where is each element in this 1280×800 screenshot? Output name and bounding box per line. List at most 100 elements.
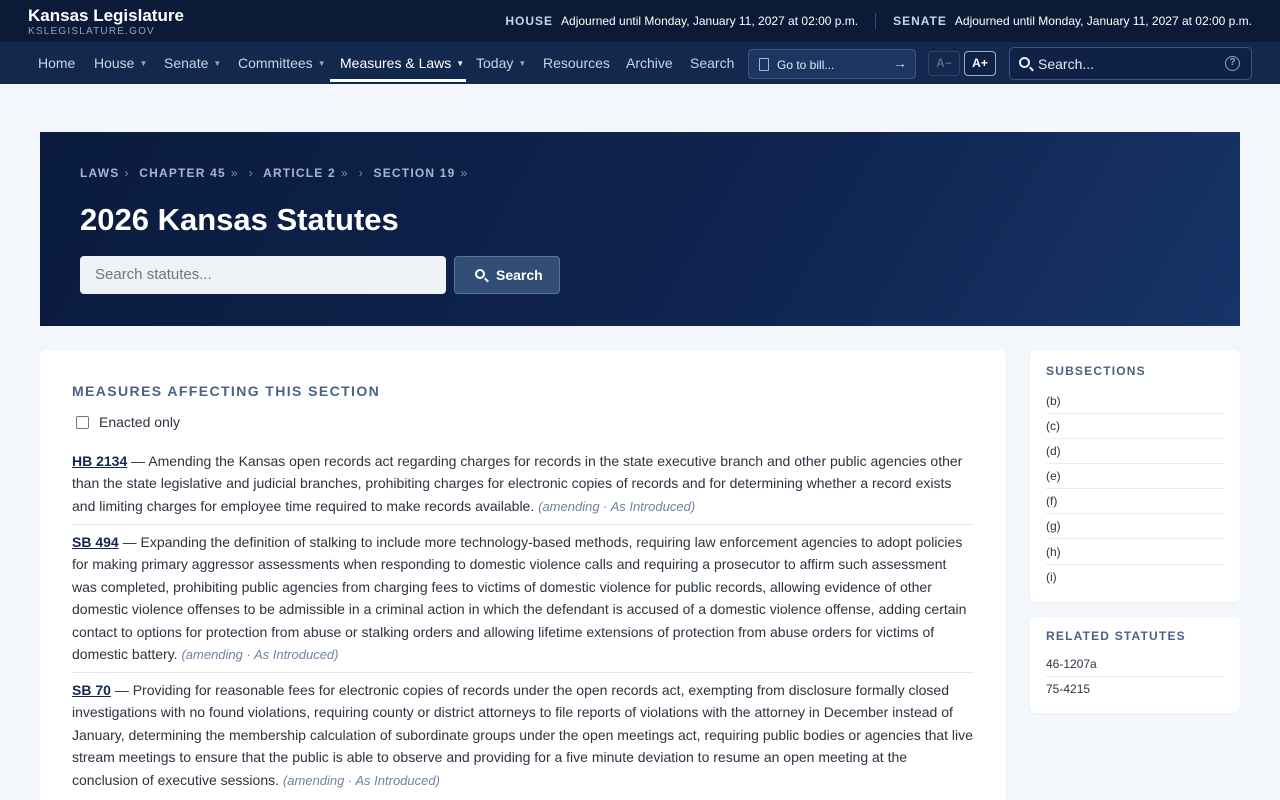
help-icon[interactable]: ?	[1225, 56, 1240, 71]
breadcrumb-separator: »	[230, 166, 239, 180]
caret-down-icon: ▼	[213, 59, 222, 68]
measures-card: MEASURES AFFECTING THIS SECTION Enacted …	[40, 350, 1006, 800]
nav-item-house[interactable]: House ▼	[94, 42, 147, 84]
site-brand[interactable]: Kansas Legislature KSLEGISLATURE.GOV	[28, 6, 184, 38]
document-icon	[759, 58, 769, 71]
caret-down-icon: ▼	[518, 59, 527, 68]
font-increase-button[interactable]: A+	[964, 51, 996, 76]
subsection-link[interactable]: (c)	[1046, 419, 1224, 433]
measure-description: Expanding the definition of stalking to …	[72, 534, 967, 663]
breadcrumb-separator: ›	[358, 166, 364, 180]
bill-link[interactable]: SB 70	[72, 682, 111, 698]
nav-label: Measures & Laws	[340, 55, 452, 71]
measure-description: Providing for reasonable fees for electr…	[72, 682, 973, 788]
breadcrumb-separator: ›	[124, 166, 130, 180]
brand-subtitle: KSLEGISLATURE.GOV	[28, 26, 155, 37]
nav-label: Home	[38, 55, 76, 71]
font-decrease-button[interactable]: A−	[928, 51, 960, 76]
subsection-link[interactable]: (g)	[1046, 519, 1224, 533]
bill-link[interactable]: SB 494	[72, 534, 119, 550]
house-status: Adjourned until Monday, January 11, 2027…	[561, 14, 859, 28]
measure-status: (amending · As Introduced)	[538, 498, 696, 514]
site-search-placeholder: Search...	[1038, 56, 1095, 72]
breadcrumb-laws[interactable]: LAWS	[80, 166, 119, 180]
measure-description: Amending the Kansas open records act reg…	[72, 453, 963, 514]
nav-item-committees[interactable]: Committees ▼	[238, 42, 326, 84]
measure-status: (amending · As Introduced)	[282, 772, 440, 788]
subsections-card: SUBSECTIONS (b) (c) (d) (e) (f) (g) (h) …	[1030, 350, 1240, 602]
nav-item-search[interactable]: Search	[690, 42, 734, 84]
subsection-link[interactable]: (h)	[1046, 545, 1224, 559]
breadcrumb-separator: »	[340, 166, 349, 180]
breadcrumb-chapter[interactable]: CHAPTER 45	[139, 166, 226, 180]
site-search-input[interactable]: Search... ?	[1009, 47, 1252, 80]
nav-item-home[interactable]: Home	[38, 42, 75, 84]
subsection-link[interactable]: (e)	[1046, 469, 1224, 483]
measure-divider	[72, 672, 974, 673]
caret-down-icon: ▼	[317, 59, 326, 68]
measure-item: SB 70 — Providing for reasonable fees fo…	[72, 682, 973, 788]
nav-item-archive[interactable]: Archive	[626, 42, 673, 84]
nav-label: Resources	[543, 55, 610, 71]
breadcrumb-article[interactable]: ARTICLE 2	[263, 166, 336, 180]
subsection-divider	[1046, 513, 1224, 514]
search-button-label: Search	[496, 267, 543, 283]
nav-item-measures-laws[interactable]: Measures & Laws ▼	[340, 42, 464, 84]
subsection-divider	[1046, 413, 1224, 414]
search-icon	[475, 269, 485, 279]
arrow-right-icon[interactable]: →	[893, 55, 907, 71]
search-icon	[1019, 57, 1030, 68]
subsection-divider	[1046, 438, 1224, 439]
nav-label: Search	[690, 55, 735, 71]
measures-heading: MEASURES AFFECTING THIS SECTION	[72, 383, 381, 399]
brand-title[interactable]: Kansas Legislature	[28, 6, 184, 26]
related-statutes-heading: RELATED STATUTES	[1046, 629, 1186, 643]
subsection-divider	[1046, 463, 1224, 464]
senate-status: Adjourned until Monday, January 11, 2027…	[954, 14, 1252, 28]
nav-item-today[interactable]: Today ▼	[476, 42, 526, 84]
nav-item-senate[interactable]: Senate ▼	[164, 42, 221, 84]
nav-label: House	[94, 55, 135, 71]
top-bar: Kansas Legislature KSLEGISLATURE.GOV HOU…	[0, 0, 1280, 42]
measure-divider	[72, 524, 974, 525]
subsection-divider	[1046, 488, 1224, 489]
breadcrumb-separator: »	[460, 166, 469, 180]
related-statute-link[interactable]: 75-4215	[1046, 682, 1224, 696]
enacted-only-filter[interactable]: Enacted only	[76, 414, 180, 430]
nav-label: Archive	[626, 55, 673, 71]
caret-down-icon: ▼	[139, 59, 148, 68]
subsection-link[interactable]: (f)	[1046, 494, 1224, 508]
house-label: HOUSE	[505, 14, 554, 28]
subsection-divider	[1046, 564, 1224, 565]
related-statute-link[interactable]: 46-1207a	[1046, 657, 1224, 671]
go-to-bill-input[interactable]: Go to bill... →	[748, 49, 916, 79]
related-statutes-card: RELATED STATUTES 46-1207a 75-4215	[1030, 617, 1240, 713]
nav-label: Committees	[238, 55, 313, 71]
subsections-heading: SUBSECTIONS	[1046, 364, 1146, 378]
breadcrumb-separator: ›	[248, 166, 254, 180]
status-divider	[875, 13, 877, 29]
subsection-divider	[1046, 538, 1224, 539]
measure-item: SB 494 — Expanding the definition of sta…	[72, 534, 967, 663]
nav-item-resources[interactable]: Resources	[543, 42, 610, 84]
enacted-only-checkbox[interactable]	[76, 415, 89, 429]
page-title: 2026 Kansas Statutes	[80, 202, 399, 237]
measure-status: (amending · As Introduced)	[181, 647, 339, 663]
statute-hero: LAWS › CHAPTER 45 » › ARTICLE 2 » › SECTION 1…	[40, 132, 1240, 326]
enacted-only-label[interactable]: Enacted only	[99, 414, 180, 430]
subsection-link[interactable]: (d)	[1046, 444, 1224, 458]
nav-label: Today	[476, 55, 514, 71]
statute-search-input[interactable]	[80, 256, 446, 294]
bill-link[interactable]: HB 2134	[72, 453, 127, 469]
active-nav-indicator	[330, 79, 466, 82]
caret-down-icon: ▼	[456, 59, 465, 68]
go-to-bill-placeholder: Go to bill...	[777, 58, 835, 72]
measure-item: HB 2134 — Amending the Kansas open recor…	[72, 453, 963, 514]
related-divider	[1046, 676, 1224, 677]
statute-search-button[interactable]: Search	[454, 256, 560, 294]
senate-label: SENATE	[893, 14, 947, 28]
subsection-link[interactable]: (i)	[1046, 570, 1224, 584]
subsection-link[interactable]: (b)	[1046, 394, 1224, 408]
breadcrumb-section[interactable]: SECTION 19	[374, 166, 456, 180]
session-status: HOUSE Adjourned until Monday, January 11…	[505, 13, 1252, 29]
